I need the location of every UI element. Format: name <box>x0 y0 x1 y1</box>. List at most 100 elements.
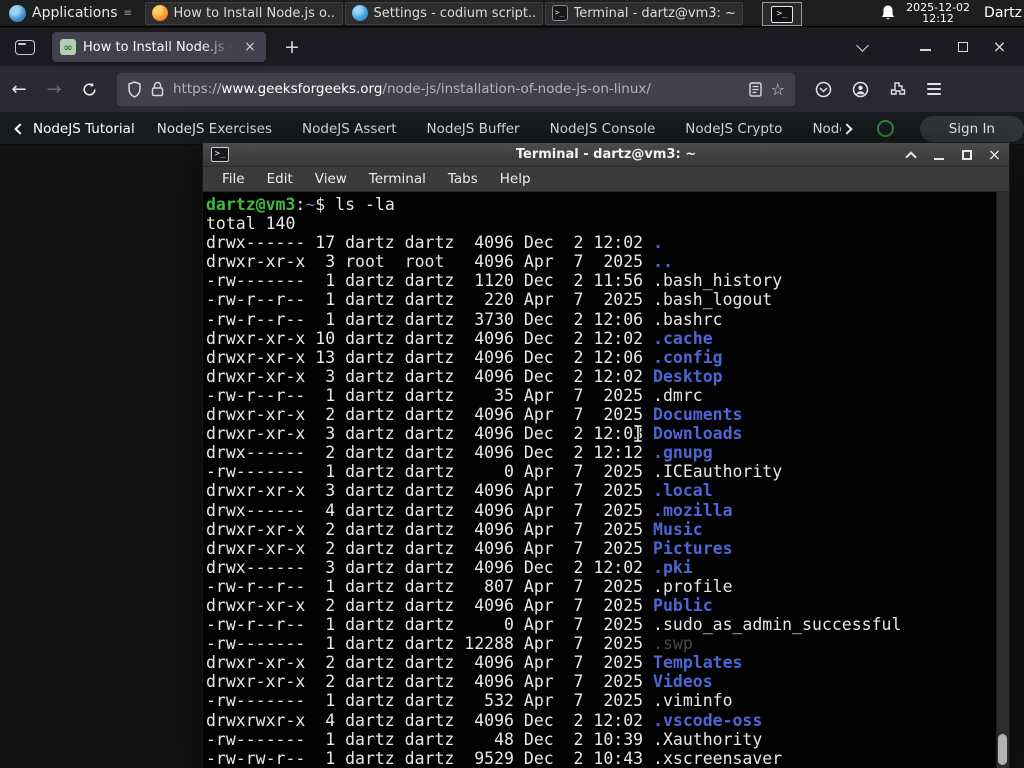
terminal-minimize-button[interactable] <box>932 148 945 161</box>
terminal-menu-terminal[interactable]: Terminal <box>358 171 437 187</box>
account-icon[interactable] <box>846 75 874 103</box>
file-name: Desktop <box>653 366 723 386</box>
file-meta: drwxr-xr-x 2 dartz dartz 4096 Apr 7 2025 <box>206 595 654 615</box>
maximize-icon <box>957 42 968 52</box>
terminal-menu-file[interactable]: File <box>211 171 256 187</box>
terminal-scrollbar[interactable] <box>996 192 1009 768</box>
panel-clock[interactable]: 2025-12-02 12:12 <box>906 1 970 25</box>
nav-scroll-right-icon[interactable] <box>841 122 853 135</box>
reader-mode-icon[interactable] <box>748 81 762 97</box>
terminal-output-line: drwxr-xr-x 2 dartz dartz 4096 Apr 7 2025… <box>206 672 1009 691</box>
tab-close-icon[interactable]: × <box>242 39 258 55</box>
clock-time: 12:12 <box>922 12 954 25</box>
tracking-shield-icon[interactable] <box>127 80 142 98</box>
desktop: Applications ≡ How to Install Node.js o.… <box>0 0 1024 768</box>
terminal-window: >_ Terminal - dartz@vm3: ~ × File Edit Vie… <box>202 142 1010 768</box>
file-meta: -rw-rw-r-- 1 dartz dartz 9529 Dec 2 10:4… <box>206 748 654 768</box>
prompt-user-host: dartz@vm3 <box>206 195 296 214</box>
terminal-output-line: drwxr-xr-x 2 dartz dartz 4096 Apr 7 2025… <box>206 520 1009 539</box>
file-meta: drwx------ 2 dartz dartz 4096 Dec 2 12:1… <box>206 443 654 463</box>
pocket-icon[interactable] <box>809 75 837 103</box>
toolbar-right-icons <box>809 75 948 103</box>
url-bar[interactable]: https://www.geeksforgeeks.org/node-js/in… <box>117 72 795 106</box>
terminal-prompt-line: dartz@vm3:~$ ls -la <box>206 195 1009 214</box>
terminal-shade-button[interactable] <box>904 148 917 163</box>
nav-item[interactable]: NodeJS Buffer <box>427 121 520 137</box>
nav-item[interactable]: NodeJS Console <box>550 121 656 137</box>
applications-menu-button[interactable]: Applications ≡ <box>0 0 141 26</box>
terminal-output-line: drwxr-xr-x 13 dartz dartz 4096 Dec 2 12:… <box>206 348 1009 367</box>
minimize-icon <box>920 49 931 51</box>
file-name: .viminfo <box>653 691 733 711</box>
lock-icon[interactable] <box>151 81 164 97</box>
file-name: .local <box>653 481 713 501</box>
list-all-tabs-button[interactable] <box>844 33 881 61</box>
window-button-label: How to Install Node.js o... <box>173 5 336 21</box>
tab-title: How to Install Node.js on <box>83 39 235 55</box>
file-name: .ICEauthority <box>653 462 783 482</box>
file-meta: drwxr-xr-x 3 dartz dartz 4096 Apr 7 2025 <box>206 481 654 501</box>
terminal-output-line: -rw------- 1 dartz dartz 48 Dec 2 10:39 … <box>206 730 1009 749</box>
file-name: Downloads <box>653 424 743 444</box>
terminal-output-line: -rw-rw-r-- 1 dartz dartz 9529 Dec 2 10:4… <box>206 749 1009 768</box>
file-name: .bash_history <box>653 271 783 291</box>
terminal-menu-edit[interactable]: Edit <box>256 171 304 187</box>
terminal-menubar: File Edit View Terminal Tabs Help <box>203 167 1009 192</box>
file-name: .mozilla <box>653 500 733 520</box>
nav-back-link[interactable]: NodeJS Tutorial <box>33 121 135 137</box>
sign-in-button[interactable]: Sign In <box>919 115 1024 142</box>
terminal-output-line: drwx------ 17 dartz dartz 4096 Dec 2 12:… <box>206 233 1009 252</box>
panel-username[interactable]: Dartz <box>984 5 1022 21</box>
terminal-output-line: drwx------ 4 dartz dartz 4096 Apr 7 2025… <box>206 501 1009 520</box>
notification-bell-icon[interactable] <box>880 4 896 22</box>
search-icon[interactable] <box>876 120 894 137</box>
ibeam-cursor <box>633 424 643 443</box>
file-meta: drwxr-xr-x 2 dartz dartz 4096 Apr 7 2025 <box>206 672 654 692</box>
file-name: .xscreensaver <box>653 748 783 768</box>
file-meta: -rw------- 1 dartz dartz 48 Dec 2 10:39 <box>206 729 654 749</box>
nav-item[interactable]: NodeJS DNS <box>812 121 840 137</box>
window-minimize-button[interactable] <box>907 33 944 61</box>
nav-back-chevron-icon[interactable] <box>14 122 26 135</box>
reload-button[interactable] <box>73 74 105 104</box>
window-close-button[interactable]: × <box>981 33 1018 61</box>
file-meta: drwxr-xr-x 3 dartz dartz 4096 Dec 2 12:0… <box>206 366 654 386</box>
panel-window-button-vscodium[interactable]: Settings - codium script... <box>344 1 543 25</box>
terminal-launcher-button[interactable]: >_ <box>762 2 802 26</box>
file-name: Videos <box>653 672 713 692</box>
terminal-icon: >_ <box>551 5 568 21</box>
nav-item[interactable]: NodeJS Exercises <box>157 121 272 137</box>
browser-tab-active[interactable]: ∞ How to Install Node.js on × <box>52 32 266 62</box>
nav-item[interactable]: NodeJS Assert <box>302 121 397 137</box>
panel-window-button-firefox[interactable]: How to Install Node.js o... <box>144 1 343 25</box>
bookmark-star-icon[interactable]: ☆ <box>771 80 785 99</box>
window-maximize-button[interactable] <box>944 33 981 61</box>
terminal-menu-tabs[interactable]: Tabs <box>437 171 489 187</box>
terminal-output-line: -rw------- 1 dartz dartz 0 Apr 7 2025 .I… <box>206 462 1009 481</box>
terminal-output-line: drwxr-xr-x 3 dartz dartz 4096 Dec 2 12:0… <box>206 424 1009 443</box>
window-button-label: Settings - codium script... <box>373 5 536 21</box>
new-tab-button[interactable]: + <box>278 36 306 58</box>
url-scheme: https:// <box>173 81 222 97</box>
menu-hamburger-icon[interactable] <box>920 75 948 103</box>
back-button[interactable]: ← <box>3 74 35 104</box>
extensions-puzzle-icon[interactable] <box>883 75 911 103</box>
applications-caret-icon: ≡ <box>123 7 132 19</box>
prompt-symbol: $ <box>315 195 336 214</box>
terminal-content[interactable]: dartz@vm3:~$ ls -la total 140 drwx------… <box>203 192 1009 768</box>
terminal-close-button[interactable]: × <box>988 146 1001 162</box>
firefox-view-button[interactable] <box>8 34 42 60</box>
terminal-titlebar[interactable]: >_ Terminal - dartz@vm3: ~ × <box>203 143 1009 167</box>
terminal-menu-help[interactable]: Help <box>489 171 542 187</box>
terminal-maximize-button[interactable] <box>960 148 973 161</box>
file-meta: drwxr-xr-x 13 dartz dartz 4096 Dec 2 12:… <box>206 347 654 367</box>
panel-window-button-terminal[interactable]: >_ Terminal - dartz@vm3: ~ <box>544 1 743 25</box>
url-text: https://www.geeksforgeeks.org/node-js/in… <box>173 81 740 97</box>
terminal-scrollbar-thumb[interactable] <box>998 734 1007 765</box>
nav-item[interactable]: NodeJS Crypto <box>685 121 782 137</box>
tabbar-right-controls: × <box>844 33 1018 61</box>
file-name: .cache <box>653 328 713 348</box>
minimize-icon <box>933 157 944 160</box>
forward-button[interactable]: → <box>38 74 70 104</box>
terminal-menu-view[interactable]: View <box>304 171 358 187</box>
